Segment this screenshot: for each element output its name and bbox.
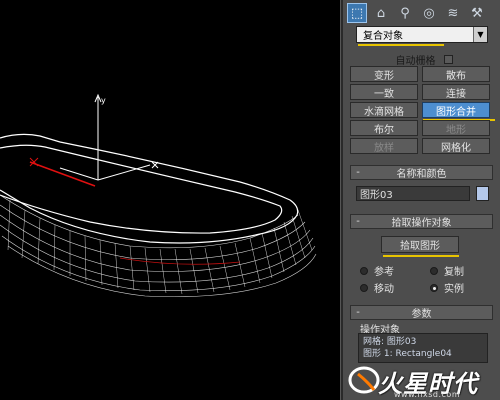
loft-button[interactable]: 放样 bbox=[350, 138, 418, 154]
radio-instance[interactable]: 实例 bbox=[430, 280, 464, 295]
create-icon[interactable]: ⬚ bbox=[347, 3, 367, 23]
utilities-icon[interactable]: ⚒ bbox=[467, 3, 487, 23]
radio-copy-label: 复制 bbox=[444, 267, 464, 278]
radio-reference[interactable]: 参考 bbox=[360, 263, 394, 278]
radio-move-dot[interactable] bbox=[360, 283, 368, 292]
pick-shape-underline bbox=[383, 255, 459, 257]
rollout-parameters-title: 参数 bbox=[411, 309, 432, 320]
object-color-swatch[interactable] bbox=[476, 186, 489, 201]
pick-shape-button[interactable]: 拾取图形 bbox=[381, 236, 459, 253]
rollout-pick-operand-title: 拾取操作对象 bbox=[391, 218, 452, 229]
radio-reference-label: 参考 bbox=[374, 267, 394, 278]
radio-instance-label: 实例 bbox=[444, 284, 464, 295]
radio-copy[interactable]: 复制 bbox=[430, 263, 464, 278]
command-panel-tabs: ⬚ ⌂ ⚲ ◎ ≋ ⚒ bbox=[347, 3, 497, 23]
highlight-underline bbox=[358, 44, 444, 46]
display-icon[interactable]: ≋ bbox=[443, 3, 463, 23]
rollout-name-color-title: 名称和颜色 bbox=[396, 169, 447, 180]
terrain-button[interactable]: 地形 bbox=[422, 120, 490, 136]
morph-button[interactable]: 变形 bbox=[350, 66, 418, 82]
collapse-icon: - bbox=[356, 307, 360, 318]
auto-grid-row: 自动栅格 bbox=[369, 52, 479, 67]
boolean-button[interactable]: 布尔 bbox=[350, 120, 418, 136]
motion-icon[interactable]: ◎ bbox=[419, 3, 439, 23]
object-category-dropdown[interactable]: 复合对象 ▼ bbox=[356, 26, 488, 43]
gizmo-y-label: y bbox=[101, 96, 106, 105]
watermark-url: www.hxsd.com bbox=[394, 390, 461, 399]
modify-icon[interactable]: ⌂ bbox=[371, 3, 391, 23]
connect-button[interactable]: 连接 bbox=[422, 84, 490, 100]
operand-item[interactable]: 图形 1: Rectangle04 bbox=[363, 348, 483, 360]
rollout-name-color[interactable]: - 名称和颜色 bbox=[350, 165, 493, 180]
collapse-icon: - bbox=[356, 167, 360, 178]
auto-grid-label: 自动栅格 bbox=[395, 56, 436, 67]
radio-instance-dot[interactable] bbox=[430, 283, 438, 292]
wireframe-scene: y bbox=[0, 93, 317, 298]
radio-move[interactable]: 移动 bbox=[360, 280, 394, 295]
rollout-pick-operand[interactable]: - 拾取操作对象 bbox=[350, 214, 493, 229]
blobmesh-button[interactable]: 水滴网格 bbox=[350, 102, 418, 118]
radio-move-label: 移动 bbox=[374, 284, 394, 295]
shape-outline bbox=[0, 133, 299, 244]
collapse-icon: - bbox=[356, 216, 360, 227]
hierarchy-icon[interactable]: ⚲ bbox=[395, 3, 415, 23]
operand-item[interactable]: 网格: 图形03 bbox=[363, 336, 483, 348]
conform-button[interactable]: 一致 bbox=[350, 84, 418, 100]
auto-grid-checkbox[interactable] bbox=[443, 55, 453, 64]
operands-list[interactable]: 网格: 图形03 图形 1: Rectangle04 bbox=[358, 333, 488, 363]
transform-gizmo[interactable] bbox=[59, 93, 159, 181]
selected-edge bbox=[29, 161, 96, 187]
scatter-button[interactable]: 散布 bbox=[422, 66, 490, 82]
chevron-down-icon[interactable]: ▼ bbox=[473, 27, 487, 42]
radio-copy-dot[interactable] bbox=[430, 266, 438, 275]
mesher-button[interactable]: 网格化 bbox=[422, 138, 490, 154]
rollout-parameters[interactable]: - 参数 bbox=[350, 305, 493, 320]
viewport-perspective[interactable]: y bbox=[0, 0, 340, 400]
command-panel: ⬚ ⌂ ⚲ ◎ ≋ ⚒ 复合对象 ▼ 自动栅格 变形 散布 一致 连接 水滴网格… bbox=[343, 0, 500, 400]
shape-merge-button[interactable]: 图形合并 bbox=[422, 102, 490, 118]
object-name-input[interactable]: 图形03 bbox=[356, 186, 470, 201]
object-category-value: 复合对象 bbox=[357, 27, 473, 42]
radio-reference-dot[interactable] bbox=[360, 266, 368, 275]
